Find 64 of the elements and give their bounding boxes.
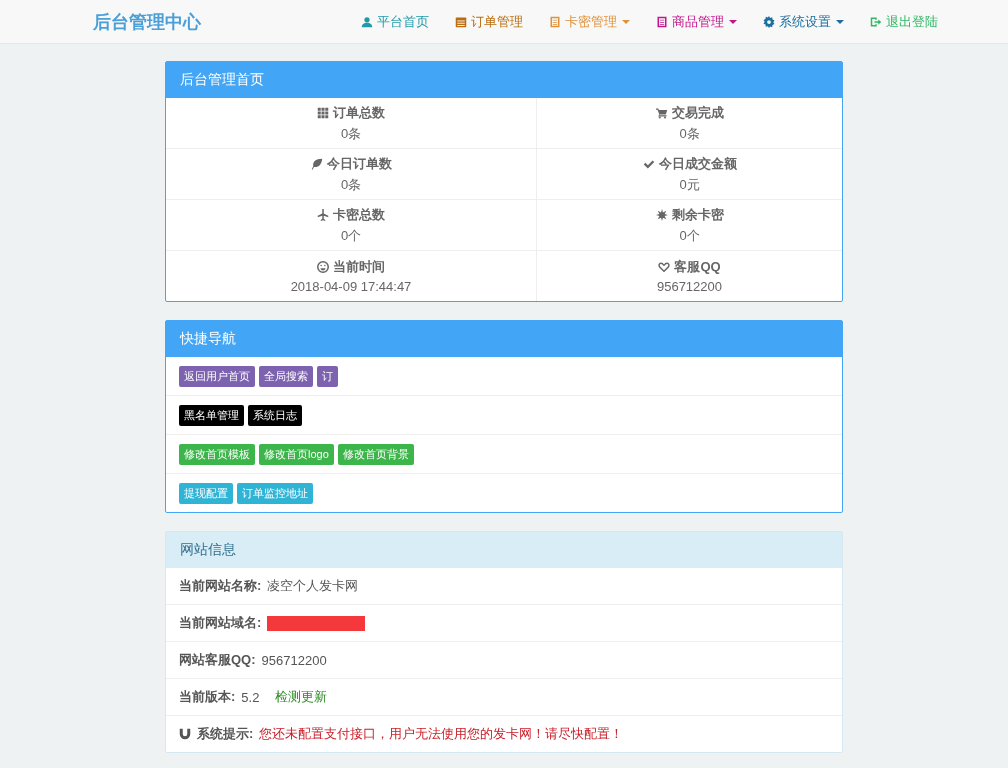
panel-title: 后台管理首页 [180, 71, 264, 89]
info-label: 当前网站域名: [179, 614, 262, 632]
stat-label: 今日订单数 [326, 154, 392, 173]
checkmark-icon [642, 157, 655, 170]
update-link[interactable]: 检测更新 [275, 688, 328, 706]
list-icon [656, 15, 668, 28]
heart-icon [658, 261, 671, 273]
gear-icon [763, 15, 775, 28]
magnet-icon [179, 728, 191, 740]
panel-title: 快捷导航 [180, 330, 236, 348]
info-value: 凌空个人发卡网 [267, 577, 359, 595]
alert-message: 您还未配置支付接口，用户无法使用您的发卡网！请尽快配置！ [259, 725, 624, 743]
quick-link-button[interactable]: 系统日志 [248, 404, 302, 426]
info-label: 当前网站名称: [179, 577, 262, 595]
info-value: 956712200 [261, 652, 327, 668]
stat-label: 今日成交金额 [658, 154, 737, 173]
stat-label: 客服QQ [674, 258, 721, 276]
calendar-icon [455, 15, 467, 28]
stat-value: 2018-04-09 17:44:47 [290, 279, 412, 294]
stat-value: 0元 [679, 175, 700, 194]
stat-value: 0个 [679, 226, 700, 245]
caret-icon [622, 19, 630, 24]
cart-icon [655, 106, 668, 119]
quick-link-button[interactable]: 修改首页背景 [337, 443, 414, 465]
panel-title: 网站信息 [180, 541, 236, 559]
nav-link[interactable]: 退出登陆 [870, 12, 938, 31]
leaf-icon [310, 157, 323, 170]
list-icon [549, 15, 561, 28]
stat-value: 0条 [340, 124, 362, 143]
smiley-icon [317, 261, 329, 273]
stat-label: 订单总数 [333, 103, 385, 122]
info-label: 系统提示: [197, 725, 254, 743]
nav-link[interactable]: 卡密管理 [549, 12, 630, 31]
stat-label: 卡密总数 [333, 205, 385, 224]
info-label: 当前版本: [179, 688, 236, 706]
stat-value: 956712200 [656, 279, 723, 294]
plane-icon [317, 208, 329, 221]
brand-title[interactable]: 后台管理中心 [93, 9, 201, 34]
logout-icon [870, 15, 882, 28]
quick-link-button[interactable]: 黑名单管理 [179, 404, 244, 426]
stat-label: 当前时间 [333, 258, 385, 276]
nav-link[interactable]: 平台首页 [361, 12, 429, 31]
stat-label: 剩余卡密 [671, 205, 724, 224]
info-label: 网站客服QQ: [179, 651, 256, 669]
stat-label: 交易完成 [671, 103, 724, 122]
user-icon [361, 15, 373, 28]
quick-link-button[interactable]: 修改首页模板 [179, 443, 255, 465]
quick-link-button[interactable]: 提现配置 [179, 482, 233, 504]
quick-link-button[interactable]: 修改首页logo [259, 443, 334, 465]
caret-icon [729, 19, 737, 24]
nav-link[interactable]: 系统设置 [763, 12, 844, 31]
quick-link-button[interactable]: 全局搜索 [259, 365, 313, 387]
stat-value: 0条 [340, 175, 362, 194]
stat-value: 0个 [340, 226, 362, 245]
nav-link[interactable]: 商品管理 [656, 12, 737, 31]
stat-value: 0条 [679, 124, 700, 143]
nav-link[interactable]: 订单管理 [455, 12, 523, 31]
quick-link-button[interactable]: 订 [317, 365, 338, 387]
grid-icon [317, 106, 329, 119]
caret-icon [836, 19, 844, 24]
quick-link-button[interactable]: 订单监控地址 [237, 482, 313, 504]
info-value: 5.2 [241, 689, 260, 705]
asterisk-icon [655, 208, 668, 221]
quick-link-button[interactable]: 返回用户首页 [179, 365, 255, 387]
